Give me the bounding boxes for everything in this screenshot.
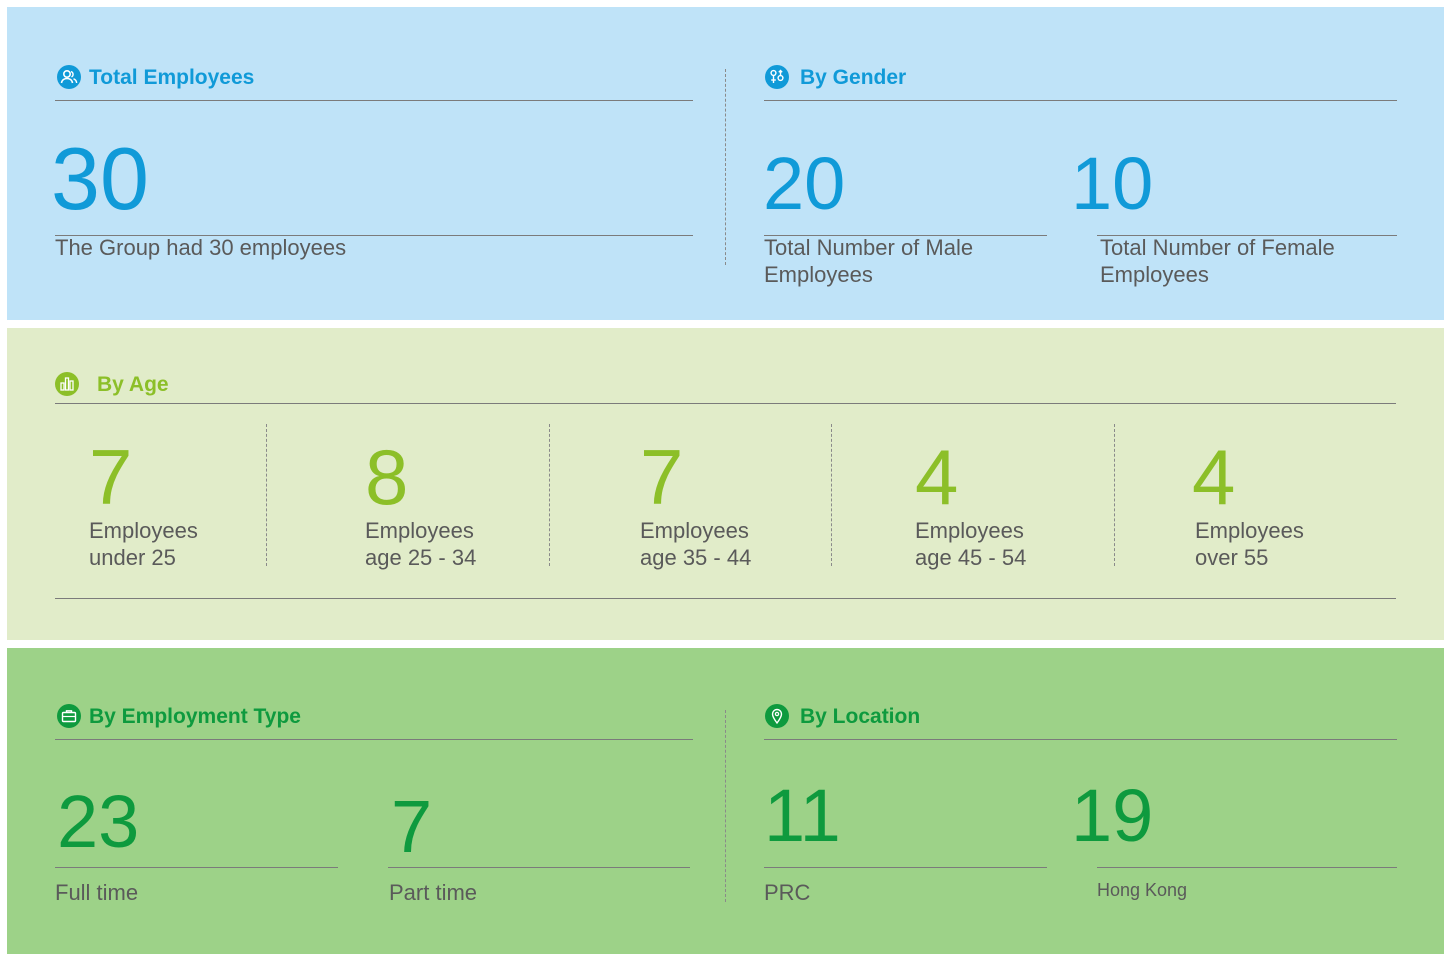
column-separator xyxy=(831,424,832,566)
age-over-55-label-line1: Employees xyxy=(1195,518,1304,543)
divider xyxy=(55,403,1396,404)
age-over-55-value: 4 xyxy=(1192,433,1236,521)
age-25-34-label-line2: age 25 - 34 xyxy=(365,545,477,570)
full-time-label: Full time xyxy=(55,880,139,905)
male-employees-label-line2: Employees xyxy=(764,262,873,287)
bar-chart-icon xyxy=(55,372,79,396)
age-under-25-label-line1: Employees xyxy=(89,518,198,543)
divider xyxy=(764,867,1047,868)
divider xyxy=(764,739,1397,740)
gender-icon xyxy=(765,65,789,89)
age-under-25-label-line2: under 25 xyxy=(89,545,176,570)
by-employment-type-title: By Employment Type xyxy=(89,705,301,728)
location-pin-icon xyxy=(765,704,789,728)
age-45-54-label-line2: age 45 - 54 xyxy=(915,545,1027,570)
total-employees-value: 30 xyxy=(51,129,149,228)
female-employees-label-line2: Employees xyxy=(1100,262,1209,287)
female-employees-value: 10 xyxy=(1071,142,1154,225)
column-separator xyxy=(725,69,726,265)
hong-kong-label: Hong Kong xyxy=(1097,880,1188,900)
male-employees-value: 20 xyxy=(763,142,846,225)
age-over-55-label-line2: over 55 xyxy=(1195,545,1269,570)
divider xyxy=(1097,867,1397,868)
part-time-value: 7 xyxy=(391,785,433,868)
age-35-44-value: 7 xyxy=(640,433,684,521)
by-location-title: By Location xyxy=(800,705,921,728)
age-45-54-value: 4 xyxy=(915,433,959,521)
column-separator xyxy=(549,424,550,566)
divider xyxy=(764,100,1397,101)
column-separator xyxy=(1114,424,1115,566)
divider xyxy=(55,598,1396,599)
part-time-label: Part time xyxy=(389,880,478,905)
prc-label: PRC xyxy=(764,880,811,905)
by-gender-title: By Gender xyxy=(800,66,907,89)
age-25-34-label-line1: Employees xyxy=(365,518,474,543)
prc-value: 11 xyxy=(764,774,841,857)
age-45-54-label-line1: Employees xyxy=(915,518,1024,543)
total-employees-caption: The Group had 30 employees xyxy=(55,235,347,260)
total-employees-title: Total Employees xyxy=(89,66,255,89)
divider xyxy=(55,100,693,101)
briefcase-icon xyxy=(57,704,81,728)
divider xyxy=(55,867,338,868)
female-employees-label-line1: Total Number of Female xyxy=(1100,235,1335,260)
by-age-title: By Age xyxy=(97,373,169,396)
divider xyxy=(388,867,690,868)
employee-overview-panel: Total Employees 30 The Group had 30 empl… xyxy=(7,7,1444,320)
hong-kong-value: 19 xyxy=(1071,774,1154,857)
male-employees-label-line1: Total Number of Male xyxy=(764,235,974,260)
people-icon xyxy=(57,65,81,89)
age-35-44-label-line2: age 35 - 44 xyxy=(640,545,752,570)
age-25-34-value: 8 xyxy=(365,433,409,521)
by-age-panel: By Age 7 Employees under 25 8 Employees … xyxy=(7,328,1444,640)
column-separator xyxy=(266,424,267,566)
employment-location-panel: By Employment Type 23 Full time 7 Part t… xyxy=(7,648,1444,954)
divider xyxy=(55,739,693,740)
age-35-44-label-line1: Employees xyxy=(640,518,749,543)
full-time-value: 23 xyxy=(57,780,140,863)
age-under-25-value: 7 xyxy=(89,433,133,521)
column-separator xyxy=(725,710,726,902)
